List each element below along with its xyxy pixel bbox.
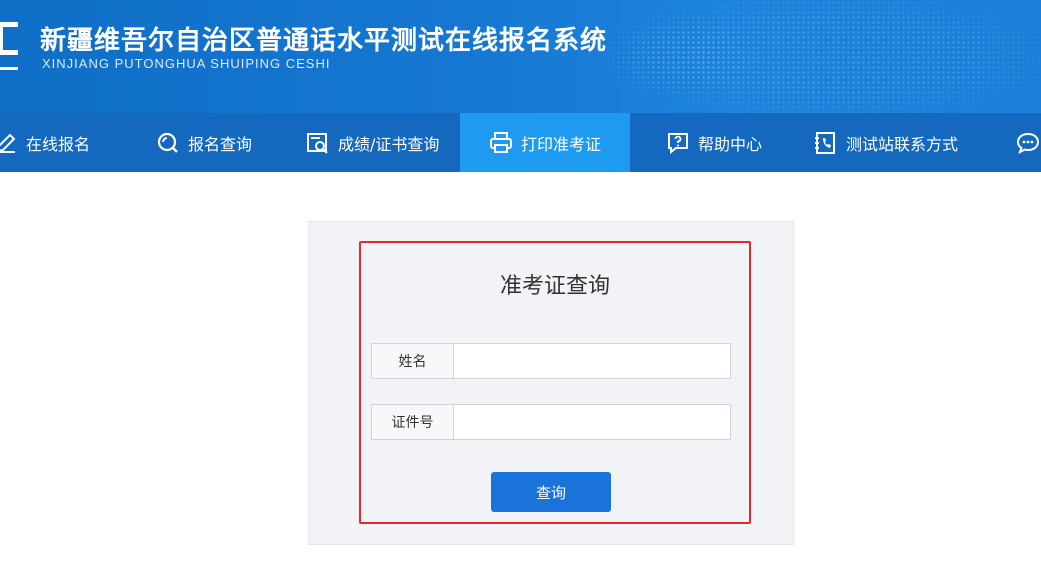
nav-label: 测试站联系方式	[846, 134, 959, 154]
printer-icon	[489, 131, 513, 155]
nav-label: 报名查询	[188, 134, 253, 154]
help-icon	[666, 131, 690, 155]
nav-item-test-station-contacts[interactable]: 测试站联系方式	[814, 113, 994, 172]
edit-icon	[0, 131, 18, 155]
nav-label: 打印准考证	[521, 134, 602, 154]
id-number-field: 证件号	[371, 404, 731, 440]
name-field: 姓名	[371, 343, 731, 379]
chat-icon	[1016, 131, 1040, 155]
form-title: 准考证查询	[499, 274, 610, 299]
name-input[interactable]	[454, 344, 730, 378]
header-banner: 新疆维吾尔自治区普通话水平测试在线报名系统 XINJIANG PUTONGHUA…	[0, 0, 1041, 113]
query-button[interactable]: 查询	[491, 472, 611, 512]
site-title: 新疆维吾尔自治区普通话水平测试在线报名系统	[40, 26, 608, 56]
nav-item-help-center[interactable]: 帮助中心	[666, 113, 796, 172]
nav-item-online-registration[interactable]: 在线报名	[0, 113, 144, 172]
nav-label: 帮助中心	[698, 134, 763, 154]
main-nav: 在线报名 报名查询 成绩/证书查询 打印准考证 帮助中心 测试站联系方式	[0, 113, 1041, 172]
certificate-search-icon	[306, 131, 330, 155]
nav-item-registration-query[interactable]: 报名查询	[156, 113, 296, 172]
nav-item-score-certificate-query[interactable]: 成绩/证书查询	[306, 113, 460, 172]
nav-label: 在线报名	[26, 134, 91, 154]
name-label: 姓名	[372, 344, 454, 378]
nav-item-online-chat[interactable]	[1016, 113, 1041, 172]
id-number-input[interactable]	[454, 405, 730, 439]
world-map-decoration	[601, 10, 761, 100]
nav-item-print-admission-ticket[interactable]: 打印准考证	[460, 113, 630, 172]
id-number-label: 证件号	[372, 405, 454, 439]
nav-label: 成绩/证书查询	[338, 134, 440, 154]
phone-book-icon	[814, 131, 838, 155]
site-logo	[0, 22, 20, 72]
site-subtitle: XINJIANG PUTONGHUA SHUIPING CESHI	[42, 56, 331, 71]
search-icon	[156, 131, 180, 155]
